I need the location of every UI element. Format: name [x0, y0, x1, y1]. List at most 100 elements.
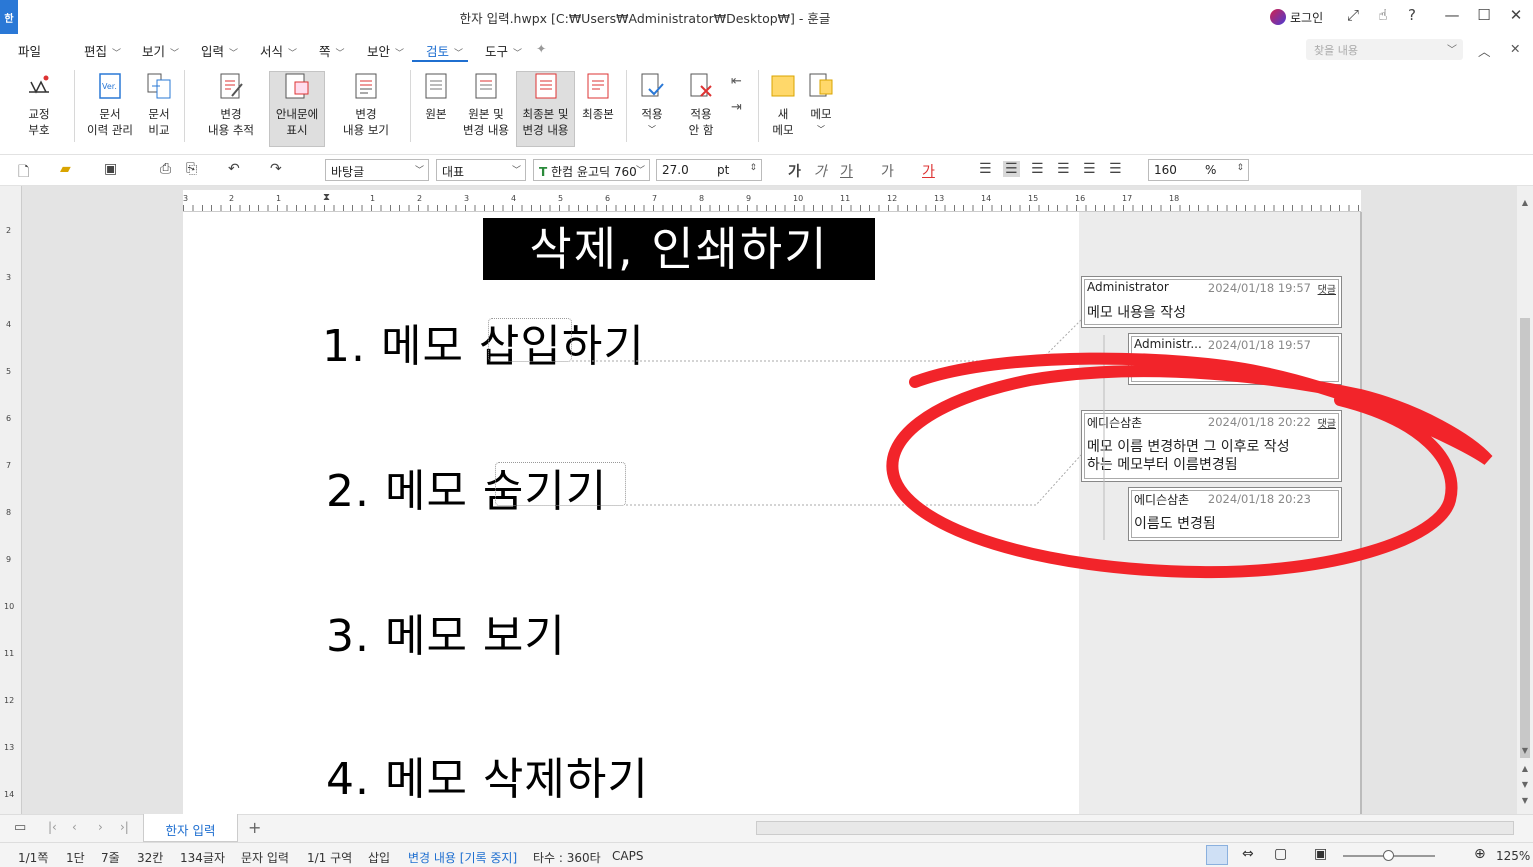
align-right-icon[interactable]: ☰	[1057, 161, 1070, 177]
horizontal-scrollbar[interactable]	[756, 821, 1514, 835]
ruler-label: 18	[1169, 194, 1180, 203]
page-edge	[1360, 212, 1362, 814]
font-size-input[interactable]: 27.0 pt ⇕	[656, 159, 762, 181]
page-view-icon[interactable]	[1206, 845, 1228, 865]
prev-change-icon[interactable]: ⇤	[731, 74, 742, 89]
font-select[interactable]: T 한컴 윤고딕 760 ﹀	[533, 159, 650, 181]
style-select[interactable]: 바탕글 ﹀	[325, 159, 429, 181]
add-tab-button[interactable]: +	[248, 818, 261, 837]
memo-anchor[interactable]	[488, 318, 572, 362]
track-changes-button[interactable]: 변경 내용 추적	[198, 72, 264, 138]
scroll-up-icon[interactable]: ▲	[1519, 198, 1531, 207]
save-icon[interactable]: ▣	[104, 161, 117, 177]
hand-icon[interactable]: ☝	[1371, 6, 1395, 24]
original-button[interactable]: 원본	[418, 72, 454, 122]
scroll-thumb[interactable]	[1520, 318, 1530, 758]
button-label: 표시	[286, 123, 308, 137]
italic-icon[interactable]: 가	[814, 161, 827, 181]
memo-reply-link[interactable]: 댓글	[1318, 281, 1336, 296]
ruler-label: 12	[4, 696, 15, 705]
divide-icon[interactable]: ☰	[1109, 161, 1122, 177]
open-folder-icon[interactable]: ▰	[60, 161, 71, 177]
last-tab-icon[interactable]: ›|	[120, 820, 129, 834]
show-in-balloon-button[interactable]: 안내문에 표시	[269, 71, 325, 147]
line-spacing-input[interactable]: 160% ⇕	[1148, 159, 1249, 181]
print-icon[interactable]: ⎙	[160, 161, 171, 177]
menu-tools[interactable]: 도구 ﹀	[485, 41, 522, 60]
final-button[interactable]: 최종본	[579, 72, 617, 122]
reject-button[interactable]: 적용 안 함	[680, 72, 722, 138]
indent-marker-icon[interactable]: ⧗	[323, 192, 330, 203]
memo-anchor[interactable]	[495, 462, 626, 506]
menu-view[interactable]: 보기 ﹀	[142, 41, 179, 60]
ruler-label: 3	[6, 273, 12, 282]
new-doc-icon[interactable]: 🗋	[18, 161, 29, 185]
doc-compare-button[interactable]: 문서 비교	[140, 72, 178, 138]
print-preview-icon[interactable]: ⎘	[186, 161, 197, 177]
proofreading-marks-button[interactable]: 교정 부호	[18, 72, 60, 138]
distribute-icon[interactable]: ☰	[1083, 161, 1096, 177]
menu-edit[interactable]: 편집 ﹀	[84, 41, 121, 60]
document-page[interactable]	[183, 212, 1079, 814]
zoom-fit-icon[interactable]: ▣	[1314, 846, 1327, 862]
menu-file[interactable]: 파일	[18, 41, 41, 60]
next-tab-icon[interactable]: ›	[98, 820, 103, 834]
doc-history-button[interactable]: Ver. 문서 이력 관리	[83, 72, 137, 138]
memo-reply-card[interactable]: 에디슨삼촌 2024/01/18 20:23 이름도 변경됨	[1128, 487, 1342, 541]
menu-security[interactable]: 보안 ﹀	[367, 41, 404, 60]
redo-icon[interactable]: ↷	[270, 161, 282, 177]
tab-document[interactable]: 한자 입력	[143, 814, 238, 842]
font-color-icon[interactable]: 가	[922, 161, 935, 181]
memo-card[interactable]: 에디슨삼촌 2024/01/18 20:22 댓글 메모 이름 변경하면 그 이…	[1081, 410, 1342, 482]
fullscreen-icon[interactable]: ⤢	[1341, 6, 1365, 24]
puzzle-icon[interactable]: ✦	[536, 41, 546, 56]
language-select[interactable]: 대표 ﹀	[436, 159, 526, 181]
menu-review[interactable]: 검토 ﹀	[426, 41, 463, 60]
search-input[interactable]: 찾을 내용 ﹀	[1306, 39, 1463, 60]
status-insert[interactable]: 삽입	[368, 849, 390, 866]
menu-format[interactable]: 서식 ﹀	[260, 41, 297, 60]
collapse-ribbon-icon[interactable]: ︿	[1478, 41, 1491, 60]
memo-button[interactable]: 메모 ﹀	[806, 72, 836, 138]
prev-tab-icon[interactable]: ‹	[72, 820, 77, 834]
new-memo-button[interactable]: 새 메모	[766, 72, 800, 138]
zoom-icon[interactable]: ⊕	[1474, 846, 1486, 862]
memo-card[interactable]: Administrator 2024/01/18 19:57 댓글 메모 내용을…	[1081, 276, 1342, 328]
width-view-icon[interactable]: ⇔	[1242, 846, 1254, 862]
page-up-icon[interactable]: ▲	[1519, 764, 1531, 773]
memo-toggle-icon[interactable]: ▭	[14, 820, 26, 835]
undo-icon[interactable]: ↶	[228, 161, 240, 177]
next-change-icon[interactable]: ⇥	[731, 100, 742, 115]
next-page-icon[interactable]: ▼	[1519, 796, 1531, 805]
align-center-icon[interactable]: ☰	[1031, 161, 1044, 177]
menu-insert[interactable]: 입력 ﹀	[201, 41, 238, 60]
menu-page[interactable]: 쪽 ﹀	[319, 41, 345, 60]
original-and-changes-button[interactable]: 원본 및 변경 내용	[459, 72, 513, 138]
apply-button[interactable]: 적용 ﹀	[633, 72, 671, 138]
full-page-icon[interactable]: ▢	[1274, 846, 1287, 862]
underline-icon[interactable]: 가	[840, 161, 853, 181]
login-button[interactable]: 로그인	[1290, 9, 1323, 26]
align-justify-icon[interactable]: ☰	[979, 161, 992, 177]
page-down-icon[interactable]: ▼	[1519, 780, 1531, 789]
chevron-down-icon: ﹀	[648, 125, 656, 134]
scroll-down-icon[interactable]: ▼	[1519, 746, 1531, 755]
first-tab-icon[interactable]: |‹	[48, 820, 57, 834]
close-doc-icon[interactable]: ✕	[1510, 41, 1520, 56]
final-and-changes-button[interactable]: 최종본 및 변경 내용	[516, 71, 575, 147]
help-icon[interactable]: ?	[1400, 6, 1424, 24]
memo-reply-link[interactable]: 댓글	[1318, 415, 1336, 430]
view-changes-button[interactable]: 변경 내용 보기	[333, 72, 399, 138]
memo-reply-card[interactable]: Administr... 2024/01/18 19:57 댓글도 가능합니다	[1128, 333, 1342, 385]
maximize-button[interactable]: ☐	[1472, 6, 1496, 24]
close-button[interactable]: ✕	[1504, 6, 1528, 24]
strikethrough-icon[interactable]: 가	[881, 161, 894, 181]
align-left-icon[interactable]: ☰	[1003, 161, 1020, 177]
status-track-changes[interactable]: 변경 내용 [기록 중지]	[408, 849, 517, 866]
zoom-slider-handle[interactable]	[1383, 850, 1394, 861]
status-zoom[interactable]: 125%	[1496, 849, 1530, 863]
bold-icon[interactable]: 가	[788, 161, 801, 181]
minimize-button[interactable]: —	[1440, 6, 1464, 24]
vertical-scrollbar[interactable]: ▲ ▼ ▲ ▼ ▼	[1517, 186, 1533, 814]
menu-label: 보안	[367, 44, 391, 59]
